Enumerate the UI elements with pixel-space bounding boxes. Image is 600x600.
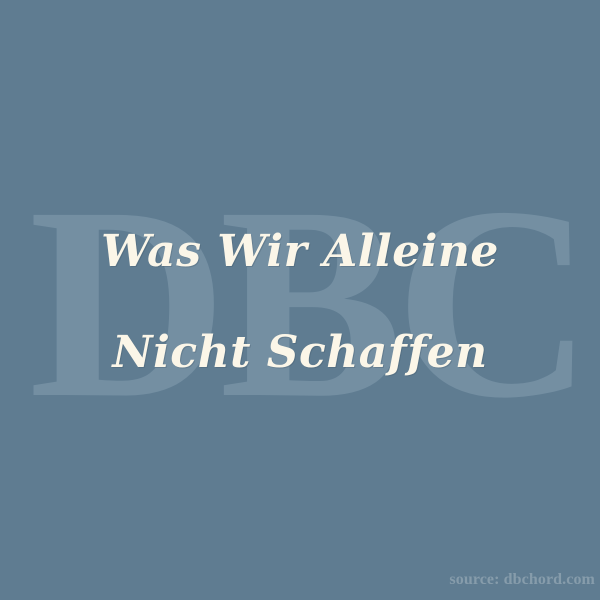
title-line-1: Was Wir Alleine [101, 226, 499, 277]
song-title: Was Wir Alleine Nicht Schaffen [0, 0, 600, 600]
source-credit: source: dbchord.com [449, 571, 595, 588]
title-card: DBC Was Wir Alleine Nicht Schaffen sourc… [0, 0, 600, 600]
title-line-2: Nicht Schaffen [112, 327, 488, 378]
